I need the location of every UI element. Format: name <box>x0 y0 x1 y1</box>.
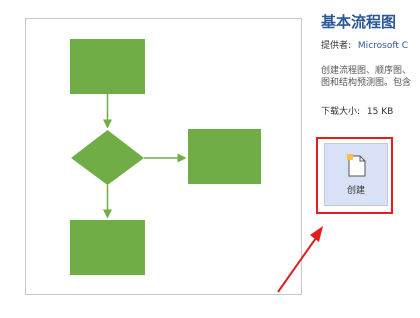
description-line: 图和结构预测图。包含 <box>321 78 412 88</box>
create-button-label: 创建 <box>346 186 365 196</box>
template-preview <box>25 18 302 295</box>
provider-line: 提供者: Microsoft C <box>321 38 408 51</box>
description-line: 创建流程图、顺序图、 <box>321 66 412 76</box>
download-size-value: 15 KB <box>366 107 394 117</box>
flowchart-preview-image <box>70 39 261 275</box>
download-size-label: 下载大小: <box>321 107 361 117</box>
template-description: 创建流程图、顺序图、 图和结构预测图。包含 <box>321 65 420 89</box>
new-document-icon <box>347 154 366 177</box>
decision-shape <box>71 130 144 185</box>
create-button[interactable]: 创建 <box>324 143 388 206</box>
process-shape-top <box>70 39 145 94</box>
download-size: 下载大小: 15 KB <box>321 104 393 117</box>
process-shape-right <box>188 129 261 184</box>
process-shape-bottom <box>70 220 145 275</box>
provider-label: 提供者: <box>321 41 352 51</box>
template-title: 基本流程图 <box>321 13 397 31</box>
provider-name: Microsoft C <box>357 41 409 51</box>
